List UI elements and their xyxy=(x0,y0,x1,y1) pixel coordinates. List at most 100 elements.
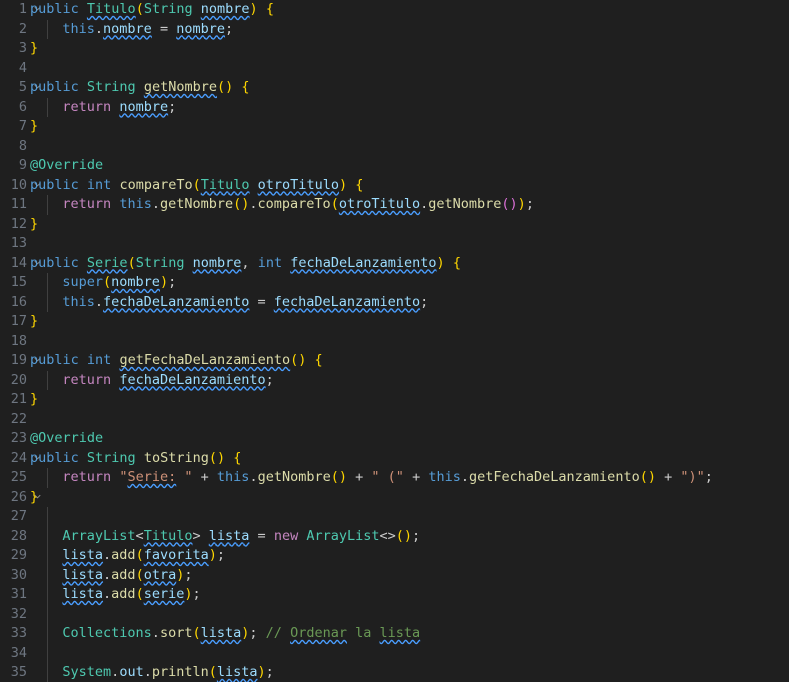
code-text: public String getNombre() { xyxy=(30,78,250,98)
code-line[interactable]: 35 System.out.println(lista); xyxy=(0,663,789,682)
token-p1: ) xyxy=(517,196,526,212)
code-line[interactable]: 18 xyxy=(0,332,789,352)
token-type: Serie xyxy=(86,254,128,271)
code-line[interactable]: 9 @Override xyxy=(0,156,789,176)
token-p1: () xyxy=(217,79,234,95)
code-line[interactable]: 10 public int compareTo(Titulo otroTitulo… xyxy=(0,176,789,196)
line-number: 2 xyxy=(18,20,27,37)
token-type: @Override xyxy=(30,157,104,173)
token-type: @Override xyxy=(30,430,104,446)
indent-guide xyxy=(47,292,48,312)
code-line[interactable]: 24 public String toString() { xyxy=(0,449,789,469)
code-line[interactable]: 6 return nombre; xyxy=(0,97,789,117)
code-text: super(nombre); xyxy=(62,273,176,293)
code-text: this.fechaDeLanzamiento = fechaDeLanzami… xyxy=(62,293,428,313)
indent-guide xyxy=(47,663,48,682)
token-cmt: la xyxy=(355,625,372,641)
code-line[interactable]: 15 super(nombre); xyxy=(0,273,789,293)
code-text: lista.add(otra); xyxy=(62,566,192,586)
token-pun: + xyxy=(200,469,209,485)
token-var: lista xyxy=(208,527,250,544)
token-p1: { xyxy=(314,352,323,368)
code-text: return fechaDeLanzamiento; xyxy=(62,371,273,391)
code-line[interactable]: 3} xyxy=(0,39,789,59)
code-editor[interactable]: 1 public Titulo(String nombre) {2 this.nom… xyxy=(0,0,789,682)
code-text: } xyxy=(30,312,38,332)
code-line[interactable]: 29 lista.add(favorita); xyxy=(0,546,789,566)
line-number: 17 xyxy=(10,313,27,329)
indent-guide xyxy=(47,273,48,293)
line-number: 15 xyxy=(10,274,27,290)
token-var: nombre xyxy=(119,98,169,115)
code-lines-container[interactable]: 1 public Titulo(String nombre) {2 this.nom… xyxy=(0,0,789,682)
code-line[interactable]: 32 xyxy=(0,604,789,624)
line-number: 19 xyxy=(10,352,27,368)
code-line[interactable]: 8 xyxy=(0,137,789,157)
line-number: 32 xyxy=(10,605,27,622)
code-text: this.nombre = nombre; xyxy=(62,20,233,40)
code-line[interactable]: 7} xyxy=(0,117,789,137)
token-fn: add xyxy=(111,547,136,563)
token-p1: } xyxy=(30,391,39,407)
token-p1: { xyxy=(355,176,364,193)
token-p1: ) xyxy=(257,664,266,680)
token-pun: . xyxy=(249,469,258,485)
token-pun: < xyxy=(135,527,144,544)
code-line[interactable]: 2 this.nombre = nombre; xyxy=(0,19,789,40)
token-pun: ; xyxy=(412,527,421,544)
code-line[interactable]: 25 return "Serie: " + this.getNombre() + … xyxy=(0,468,789,488)
indent-guide xyxy=(47,526,48,546)
code-line[interactable]: 21} xyxy=(0,390,789,410)
token-fn: sort xyxy=(159,625,193,641)
token-p1: ( xyxy=(208,664,217,680)
code-line[interactable]: 13 xyxy=(0,234,789,254)
code-line[interactable]: 14 public Serie(String nombre, int fechaD… xyxy=(0,254,789,274)
code-line[interactable]: 19 public int getFechaDeLanzamiento() { xyxy=(0,351,789,371)
code-line[interactable]: 26} xyxy=(0,488,789,508)
token-p2: () xyxy=(501,196,518,212)
code-line[interactable]: 30 lista.add(otra); xyxy=(0,565,789,586)
token-p1: ) xyxy=(208,547,217,563)
token-var: lista xyxy=(216,664,258,680)
token-p1: ( xyxy=(135,547,144,563)
line-number: 25 xyxy=(10,469,27,485)
token-var: fechaDeLanzamiento xyxy=(103,293,250,310)
token-kw2: return xyxy=(62,469,112,485)
token-str: " xyxy=(176,469,193,485)
token-kw: public xyxy=(30,1,79,17)
code-line[interactable]: 34 xyxy=(0,643,789,663)
code-line[interactable]: 5 public String getNombre() { xyxy=(0,78,789,98)
token-p1: () xyxy=(208,449,226,466)
code-text: } xyxy=(30,488,38,508)
code-line[interactable]: 17} xyxy=(0,312,789,332)
code-line[interactable]: 11 return this.getNombre().compareTo(otro… xyxy=(0,195,789,215)
indent-guide xyxy=(47,585,48,605)
token-cmt: lista xyxy=(379,625,421,641)
code-line[interactable]: 27 xyxy=(0,507,789,527)
code-line[interactable]: 23 @Override xyxy=(0,429,789,449)
code-line[interactable]: 31 lista.add(serie); xyxy=(0,585,789,605)
code-line[interactable]: 33 Collections.sort(lista); // Ordenar la… xyxy=(0,624,789,644)
code-line[interactable]: 1 public Titulo(String nombre) { xyxy=(0,0,789,20)
token-pun: ; xyxy=(420,293,429,310)
code-line[interactable]: 12} xyxy=(0,215,789,235)
code-line[interactable]: 28 ArrayList<Titulo> lista = new ArrayLis… xyxy=(0,526,789,546)
token-type: String xyxy=(143,1,193,17)
line-number: 14 xyxy=(10,254,27,271)
token-var: nombre xyxy=(200,1,250,17)
token-fn: getNombre xyxy=(257,469,331,485)
line-number: 8 xyxy=(18,137,27,154)
code-text: @Override xyxy=(30,429,103,449)
token-pun: . xyxy=(103,547,112,563)
token-fn: getNombre xyxy=(159,196,234,212)
code-line[interactable]: 16 this.fechaDeLanzamiento = fechaDeLanza… xyxy=(0,292,789,313)
token-var: otroTitulo xyxy=(257,176,339,193)
line-number: 22 xyxy=(10,410,27,427)
code-line[interactable]: 20 return fechaDeLanzamiento; xyxy=(0,370,789,391)
code-line[interactable]: 22 xyxy=(0,410,789,430)
code-text: public int compareTo(Titulo otroTitulo) … xyxy=(30,176,363,196)
token-cmt: // xyxy=(265,625,282,641)
token-p1: () xyxy=(233,196,250,212)
token-type: Titulo xyxy=(200,176,250,193)
code-line[interactable]: 4 xyxy=(0,59,789,79)
